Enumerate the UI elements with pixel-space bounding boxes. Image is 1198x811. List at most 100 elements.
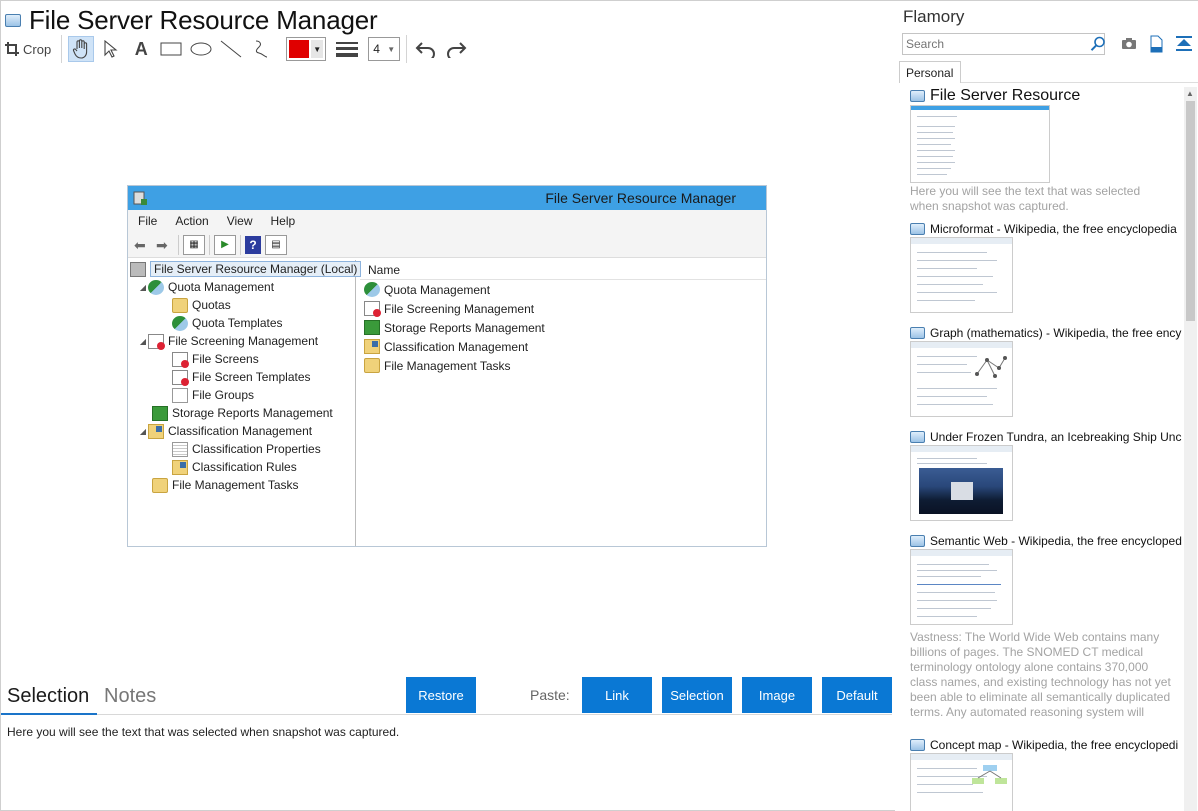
- page-icon: [172, 387, 188, 403]
- thumb-header: [911, 550, 1012, 556]
- thumb-line: [917, 300, 975, 301]
- undo-button[interactable]: [413, 36, 439, 62]
- camera-icon[interactable]: [1121, 35, 1137, 53]
- search-icon[interactable]: [1090, 36, 1106, 52]
- thumb-line: [917, 268, 977, 269]
- rectangle-tool-button[interactable]: [158, 36, 184, 62]
- feed-item-title[interactable]: Concept map - Wikipedia, the free encycl…: [910, 738, 1182, 752]
- paste-link-button[interactable]: Link: [582, 677, 652, 713]
- thumb-header: [911, 342, 1012, 348]
- feed-item-title[interactable]: Graph (mathematics) - Wikipedia, the fre…: [910, 326, 1182, 340]
- snapshot-title: File Server Resource Manager: [545, 190, 736, 206]
- menu-view: View: [226, 214, 253, 228]
- paste-selection-button[interactable]: Selection: [662, 677, 732, 713]
- tree-item: File Server Resource Manager (Local): [128, 260, 362, 278]
- text-tool-button[interactable]: A: [128, 36, 154, 62]
- tree-item: File Screens: [128, 350, 355, 368]
- thumb-line: [917, 564, 989, 565]
- quota-icon: [172, 315, 188, 331]
- screen-icon: [172, 351, 189, 368]
- feed-item-thumbnail[interactable]: [910, 237, 1013, 313]
- thumb-line: [917, 276, 993, 277]
- redo-button[interactable]: [443, 36, 469, 62]
- thumb-line: [917, 792, 983, 793]
- snapshot-menubar: File Action View Help: [128, 210, 766, 232]
- screen-icon: [148, 333, 165, 350]
- hand-tool-button[interactable]: [68, 36, 95, 62]
- thumb-line: [917, 592, 995, 593]
- tree-item-label: File Server Resource Manager (Local): [150, 261, 362, 277]
- document-icon[interactable]: [1148, 35, 1164, 53]
- title-row: File Server Resource Manager: [5, 5, 378, 35]
- list-item: File Screening Management: [360, 299, 766, 318]
- freehand-icon: [256, 40, 268, 58]
- line-tool-button[interactable]: [218, 36, 244, 62]
- snapshot-icon: [910, 327, 925, 339]
- classify-icon: [364, 339, 380, 354]
- tree-item: ◢ Quota Management: [128, 278, 355, 296]
- thumb-line: [917, 458, 977, 459]
- paste-default-button[interactable]: Default: [822, 677, 892, 713]
- freehand-tool-button[interactable]: [248, 36, 274, 62]
- tree-item-label: File Screening Management: [168, 334, 319, 348]
- menu-action: Action: [175, 214, 209, 228]
- thumb-titlebar: [911, 106, 1049, 110]
- props-icon: [172, 441, 188, 457]
- quota-icon: [364, 282, 380, 297]
- paste-image-button[interactable]: Image: [742, 677, 812, 713]
- editor-pane: File Server Resource Manager Crop A ▼ 4 …: [1, 1, 894, 811]
- thumb-line: [917, 570, 997, 571]
- thumb-line: [917, 364, 967, 365]
- feed-item-thumbnail[interactable]: [910, 105, 1050, 183]
- list-item-label: Quota Management: [384, 282, 491, 297]
- tab-notes[interactable]: Notes: [104, 685, 156, 708]
- feed-item-title[interactable]: Semantic Web - Wikipedia, the free encyc…: [910, 534, 1182, 548]
- thumb-header: [911, 238, 1012, 244]
- select-tool-button[interactable]: [98, 36, 124, 62]
- line-width-select[interactable]: 4 ▼: [368, 37, 401, 61]
- snapshot-tree: File Server Resource Manager (Local) ◢ Q…: [128, 260, 362, 546]
- feed-item-thumbnail[interactable]: [910, 549, 1013, 625]
- tree-item: ◢ Classification Management: [128, 422, 355, 440]
- feed-item-label: Microformat - Wikipedia, the free encycl…: [930, 222, 1177, 236]
- forward-arrow-icon: ➡: [156, 236, 168, 253]
- collapse-top-icon[interactable]: [1176, 35, 1192, 53]
- tab-underline: [1, 713, 97, 715]
- scroll-up-icon[interactable]: ▲: [1186, 89, 1194, 98]
- line-width-button[interactable]: [334, 36, 360, 62]
- snapshot-icon: [910, 739, 925, 751]
- feed-item-title[interactable]: Under Frozen Tundra, an Icebreaking Ship…: [910, 430, 1182, 444]
- tab-personal[interactable]: Personal: [899, 61, 961, 83]
- feed-item-label: Semantic Web - Wikipedia, the free encyc…: [930, 534, 1182, 548]
- crop-button[interactable]: Crop: [5, 36, 51, 62]
- undo-icon: [415, 42, 436, 58]
- feed-item-thumbnail[interactable]: [910, 341, 1013, 417]
- feed-scrollbar[interactable]: ▲: [1184, 87, 1197, 811]
- feed-item-thumbnail[interactable]: [910, 445, 1013, 521]
- feed-item-thumbnail[interactable]: [910, 753, 1013, 811]
- scrollbar-thumb[interactable]: [1186, 101, 1195, 321]
- rectangle-icon: [160, 42, 182, 56]
- thumb-line: [917, 132, 953, 133]
- snapshot-image[interactable]: File Server Resource Manager File Action…: [127, 185, 767, 547]
- color-picker[interactable]: ▼: [286, 37, 327, 61]
- graph-diagram-icon: [975, 356, 1007, 378]
- selection-text[interactable]: Here you will see the text that was sele…: [7, 725, 399, 739]
- reports-icon: [152, 405, 168, 421]
- feed-item-title[interactable]: Microformat - Wikipedia, the free encycl…: [910, 222, 1182, 236]
- tab-selection[interactable]: Selection: [7, 685, 89, 708]
- tree-item: ◢ File Screening Management: [128, 332, 355, 350]
- feed-item-title[interactable]: File Server Resource: [910, 87, 1182, 105]
- search-input[interactable]: [902, 33, 1105, 55]
- screen-icon: [364, 301, 381, 317]
- snapshot-toolbar: ⬅ ➡ ▦ ▶ ? ▤: [128, 232, 766, 258]
- show-tree-icon: ▦: [183, 234, 205, 255]
- thumb-line: [917, 576, 981, 577]
- collapse-arrow-icon: ◢: [139, 426, 147, 436]
- ellipse-tool-button[interactable]: [188, 36, 214, 62]
- thumb-line: [917, 404, 993, 405]
- tree-item-label: Classification Rules: [192, 460, 297, 474]
- restore-button[interactable]: Restore: [406, 677, 476, 713]
- thumb-line: [917, 252, 987, 253]
- thumb-line: [917, 600, 997, 601]
